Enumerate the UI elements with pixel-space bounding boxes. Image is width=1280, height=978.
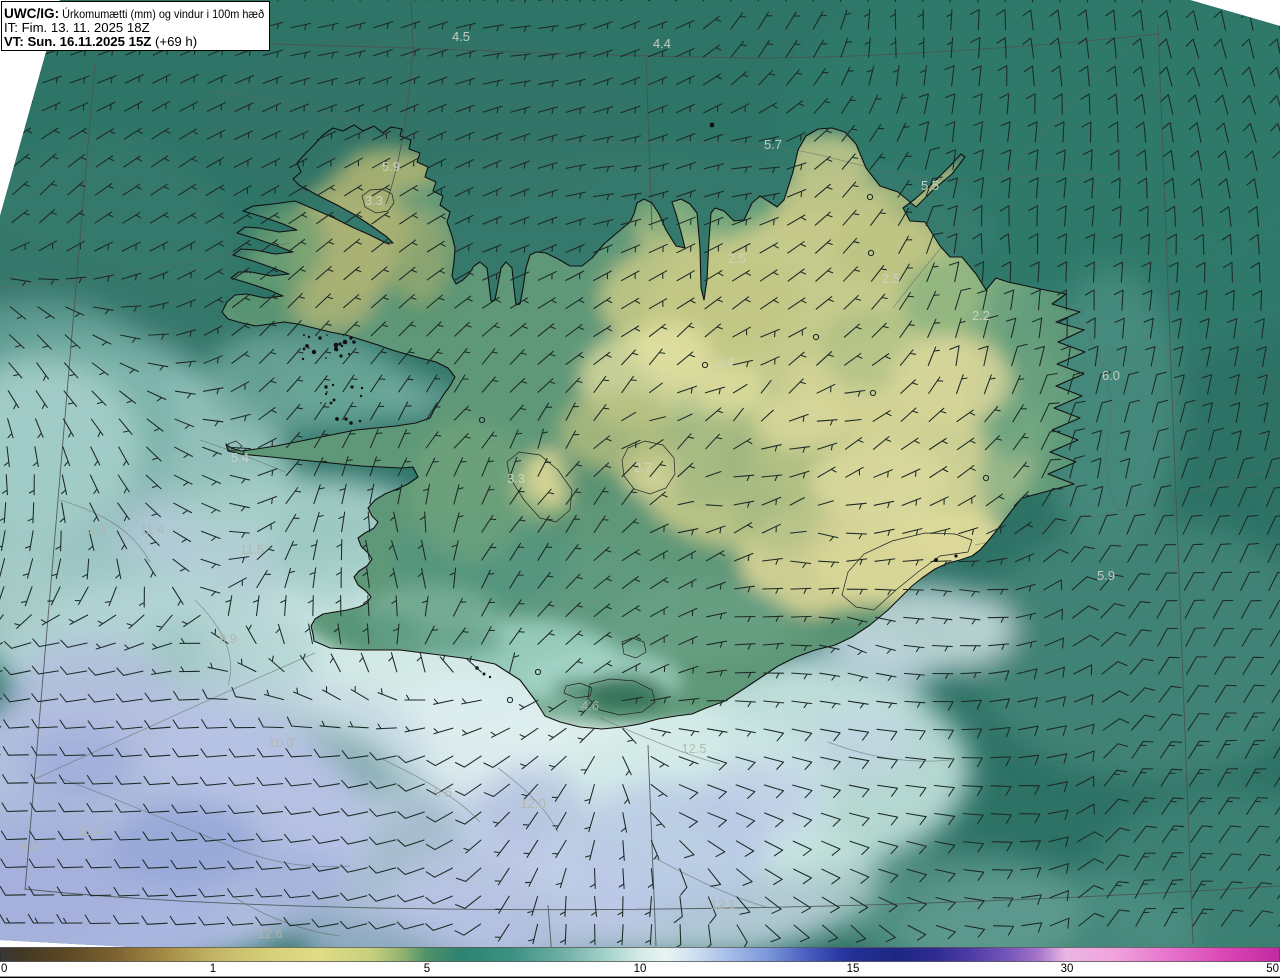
svg-text:5.4: 5.4 <box>231 450 249 465</box>
svg-text:15: 15 <box>847 963 860 975</box>
svg-text:3.3: 3.3 <box>507 471 525 486</box>
svg-text:50: 50 <box>1266 963 1279 975</box>
svg-text:10.0: 10.0 <box>268 735 293 750</box>
svg-text:12.5: 12.5 <box>681 741 706 756</box>
svg-text:2.4: 2.4 <box>716 354 734 369</box>
svg-text:5.5: 5.5 <box>921 178 939 193</box>
svg-text:10: 10 <box>634 963 647 975</box>
svg-text:2.7: 2.7 <box>634 460 652 475</box>
svg-text:11.4: 11.4 <box>140 522 164 537</box>
svg-text:4.4: 4.4 <box>653 36 671 51</box>
svg-text:12.0: 12.0 <box>520 796 545 811</box>
svg-text:IT: Fim. 13. 11. 2025 18Z: IT: Fim. 13. 11. 2025 18Z <box>4 20 150 35</box>
svg-text:2.5: 2.5 <box>882 271 900 286</box>
svg-text:5.9: 5.9 <box>1097 568 1115 583</box>
svg-text:9.9: 9.9 <box>88 522 106 537</box>
svg-text:4.5: 4.5 <box>452 29 470 44</box>
svg-text:5: 5 <box>424 963 430 975</box>
svg-text:12.4: 12.4 <box>76 823 101 838</box>
svg-text:2.2: 2.2 <box>972 308 990 323</box>
svg-text:11.5: 11.5 <box>240 542 264 557</box>
svg-text:9.0: 9.0 <box>21 840 39 855</box>
svg-text:0: 0 <box>1 963 7 975</box>
svg-text:UWC/IG: Úrkomumætti (mm) og vi: UWC/IG: Úrkomumætti (mm) og vindur i 100… <box>4 6 265 21</box>
svg-text:6.0: 6.0 <box>1102 368 1120 383</box>
svg-text:2.5: 2.5 <box>728 251 746 266</box>
svg-text:30: 30 <box>1061 963 1074 975</box>
svg-text:9.9: 9.9 <box>219 631 237 646</box>
svg-text:9.5: 9.5 <box>434 785 452 800</box>
svg-text:12.1: 12.1 <box>710 897 735 912</box>
svg-text:3.3: 3.3 <box>365 193 383 208</box>
svg-text:4.6: 4.6 <box>581 698 599 713</box>
svg-text:5.7: 5.7 <box>764 137 782 152</box>
svg-text:12.6: 12.6 <box>257 926 282 941</box>
svg-text:1: 1 <box>210 963 216 975</box>
svg-text:5.9: 5.9 <box>382 159 400 174</box>
svg-text:VT: Sun. 16.11.2025 15Z (+69 h: VT: Sun. 16.11.2025 15Z (+69 h) <box>4 34 197 49</box>
